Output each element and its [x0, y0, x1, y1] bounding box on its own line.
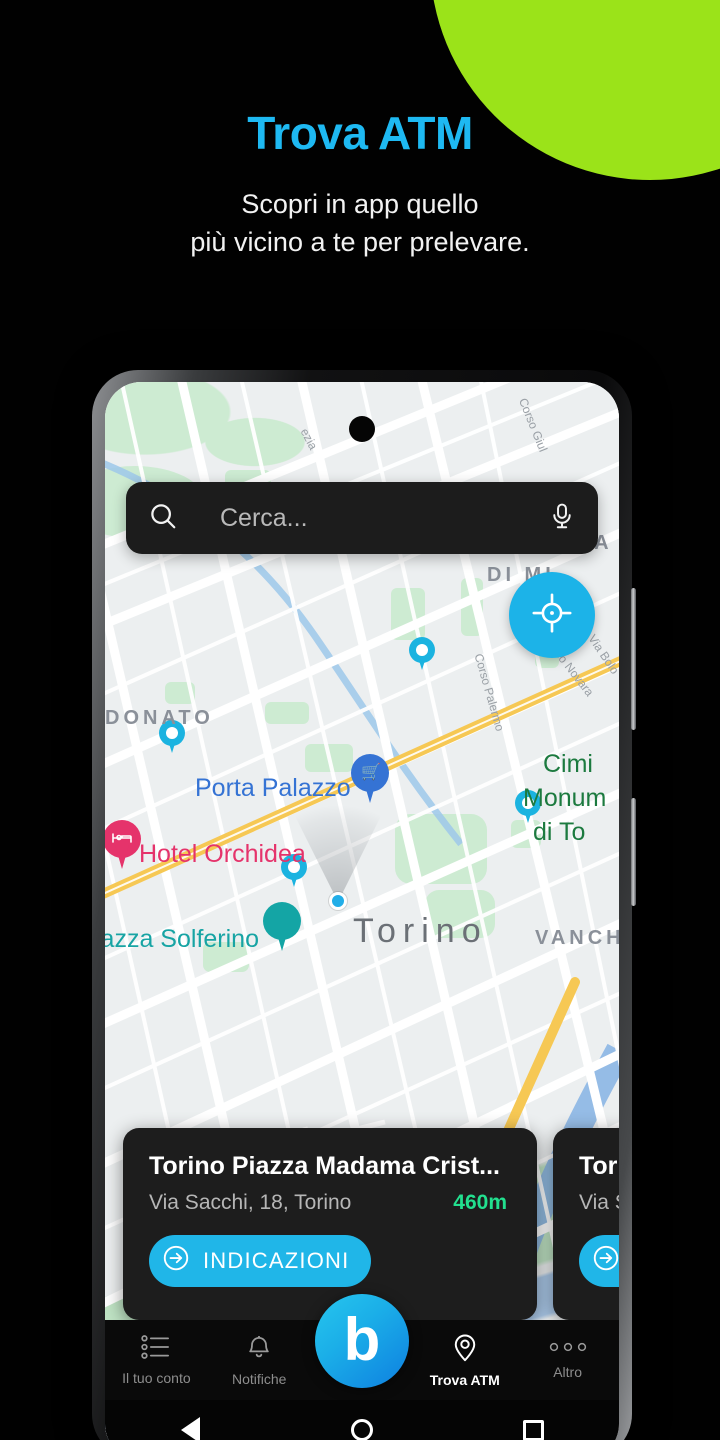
- atm-distance: 460m: [453, 1191, 507, 1214]
- search-icon: [148, 501, 178, 536]
- user-location-dot: [329, 892, 347, 910]
- directions-button[interactable]: INDICAZIONI: [149, 1235, 372, 1287]
- sidebar-item-account[interactable]: Il tuo conto: [105, 1334, 208, 1386]
- phone-mockup: ▤ M 🛒: [92, 370, 636, 1440]
- square-recents-icon: [522, 1419, 544, 1440]
- atm-pin[interactable]: [515, 790, 541, 824]
- shopping-cart-icon: 🛒: [361, 764, 381, 781]
- atm-pin[interactable]: [281, 854, 307, 888]
- home-button[interactable]: [345, 1413, 379, 1440]
- arrow-right-circle-icon: [161, 1243, 191, 1279]
- atm-card[interactable]: Torino Piazza Solferino Via Santa Teresa…: [553, 1128, 619, 1320]
- brand-logo-letter: b: [343, 1305, 381, 1373]
- atm-address: Via Sacchi, 18, Torino: [149, 1191, 352, 1214]
- sidebar-item-label: Trova ATM: [429, 1372, 500, 1388]
- promo-subtitle-line2: più vicino a te per prelevare.: [190, 226, 530, 257]
- hotel-poi-pin[interactable]: [105, 820, 141, 870]
- promo-subtitle: Scopri in app quello più vicino a te per…: [0, 185, 720, 262]
- promo-screenshot: Trova ATM Scopri in app quello più vicin…: [0, 0, 720, 1440]
- atm-card[interactable]: Torino Piazza Madama Crist... Via Sacchi…: [123, 1128, 537, 1320]
- brand-b-logo[interactable]: b: [315, 1294, 409, 1388]
- search-bar[interactable]: Cerca...: [126, 482, 598, 554]
- sidebar-item-more[interactable]: Altro: [516, 1340, 619, 1380]
- atm-card-carousel[interactable]: Torino Piazza Madama Crist... Via Sacchi…: [123, 1128, 619, 1320]
- directions-button[interactable]: INDICAZIONI: [579, 1235, 619, 1287]
- atm-pin[interactable]: [159, 720, 185, 754]
- volume-button[interactable]: [631, 588, 636, 730]
- triangle-back-icon: [181, 1417, 201, 1440]
- search-input[interactable]: Cerca...: [220, 504, 548, 533]
- list-icon: [141, 1334, 171, 1363]
- map-pin-icon: [451, 1332, 479, 1365]
- atm-name: Torino Piazza Solferino: [579, 1152, 619, 1180]
- arrow-right-circle-icon: [591, 1243, 619, 1279]
- bed-icon: [112, 831, 132, 845]
- shopping-poi-pin[interactable]: 🛒: [351, 754, 389, 804]
- bell-icon: [245, 1333, 273, 1364]
- sidebar-item-label: Altro: [553, 1364, 582, 1380]
- atm-pin[interactable]: [409, 637, 435, 671]
- more-dots-icon: [548, 1340, 588, 1357]
- back-button[interactable]: [174, 1413, 208, 1440]
- castle-poi-pin[interactable]: [263, 902, 301, 952]
- microphone-icon[interactable]: [548, 502, 576, 535]
- sidebar-item-label: Il tuo conto: [122, 1370, 191, 1386]
- promo-header: Trova ATM Scopri in app quello più vicin…: [0, 108, 720, 261]
- crosshair-target-icon: [531, 592, 573, 639]
- page-title: Trova ATM: [247, 107, 473, 159]
- recents-button[interactable]: [516, 1413, 550, 1440]
- phone-screen: ▤ M 🛒: [105, 382, 619, 1440]
- sidebar-item-notifications[interactable]: Notifiche: [208, 1333, 311, 1387]
- locate-me-button[interactable]: [509, 572, 595, 658]
- promo-subtitle-line1: Scopri in app quello: [241, 188, 479, 219]
- circle-home-icon: [350, 1419, 373, 1440]
- sidebar-item-trova-atm[interactable]: Trova ATM: [413, 1332, 516, 1388]
- atm-meta-row: Via Sacchi, 18, Torino 460m: [149, 1191, 511, 1215]
- atm-address: Via Santa Teresa, 2, Torino: [579, 1191, 619, 1214]
- directions-button-label: INDICAZIONI: [203, 1248, 350, 1273]
- android-system-nav: [105, 1400, 619, 1440]
- atm-meta-row: Via Santa Teresa, 2, Torino 720m: [579, 1191, 619, 1215]
- power-button[interactable]: [631, 798, 636, 906]
- front-camera-punch-hole: [349, 416, 375, 442]
- sidebar-item-label: Notifiche: [231, 1371, 287, 1387]
- atm-name: Torino Piazza Madama Crist...: [149, 1152, 501, 1180]
